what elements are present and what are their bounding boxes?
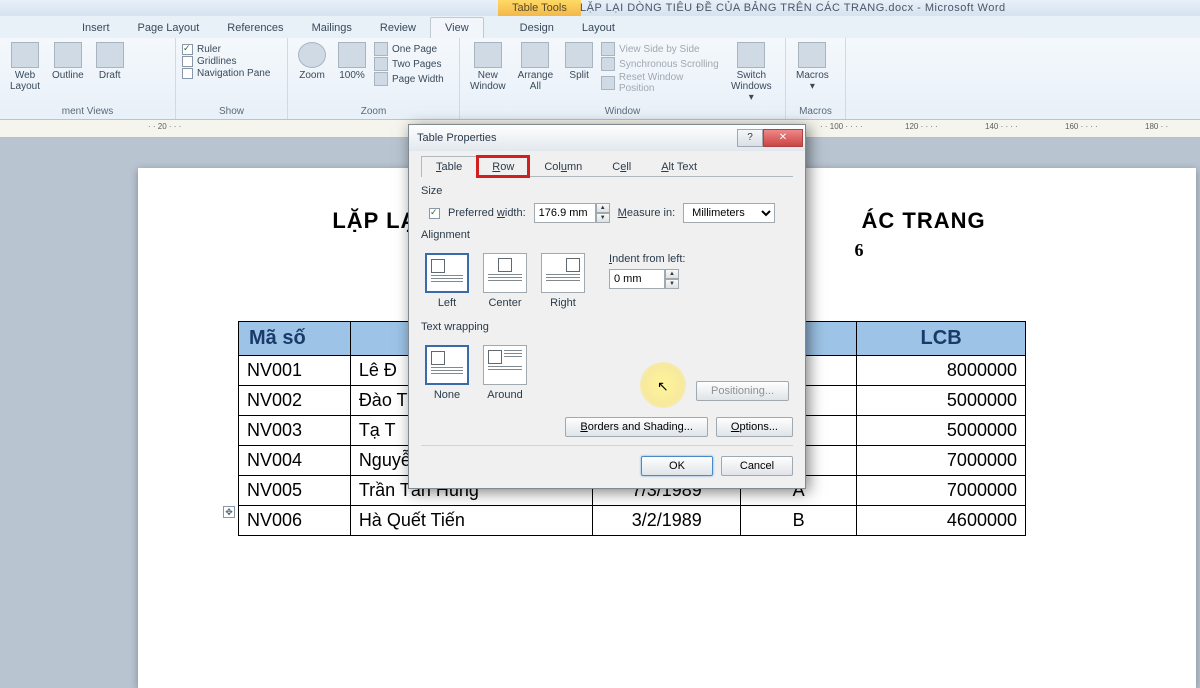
macros-group-label: Macros bbox=[792, 106, 839, 119]
borders-shading-button[interactable]: Borders and Shading... bbox=[565, 417, 708, 437]
indent-label: Indent from left: bbox=[609, 253, 685, 265]
new-window-icon bbox=[474, 42, 502, 68]
macros-icon bbox=[798, 42, 826, 68]
indent-input[interactable]: ▲▼ bbox=[609, 269, 685, 289]
switch-icon bbox=[737, 42, 765, 68]
table-move-handle[interactable]: ✥ bbox=[223, 506, 235, 518]
header-lcb: LCB bbox=[857, 322, 1026, 356]
preferred-width-input[interactable]: ▲▼ bbox=[534, 203, 610, 223]
measure-in-select[interactable]: Millimeters bbox=[683, 203, 775, 223]
page-width-icon bbox=[374, 72, 388, 86]
table-row: NV006Hà Quết Tiến3/2/1989B4600000 bbox=[239, 506, 1026, 536]
split-icon bbox=[565, 42, 593, 68]
zoom-icon bbox=[298, 42, 326, 68]
dialog-title-text: Table Properties bbox=[417, 132, 497, 144]
ribbon-tabs: Insert Page Layout References Mailings R… bbox=[0, 16, 1200, 38]
zoom-button[interactable]: Zoom bbox=[294, 40, 330, 83]
close-button[interactable]: ✕ bbox=[763, 129, 803, 147]
dlg-tab-row[interactable]: Row bbox=[477, 156, 529, 177]
alignment-label: Alignment bbox=[421, 229, 793, 241]
page-width-button[interactable]: Page Width bbox=[374, 72, 444, 86]
sync-scroll-button[interactable]: Synchronous Scrolling bbox=[601, 57, 719, 71]
ribbon: Web Layout Outline Draft ment Views Rule… bbox=[0, 38, 1200, 120]
views-group-label: ment Views bbox=[6, 106, 169, 119]
draft-button[interactable]: Draft bbox=[92, 40, 128, 83]
preferred-width-label: Preferred width: bbox=[448, 207, 526, 219]
measure-in-label: Measure in: bbox=[618, 207, 675, 219]
tab-review[interactable]: Review bbox=[366, 18, 430, 38]
wrap-none[interactable]: None bbox=[425, 345, 469, 401]
two-pages-icon bbox=[374, 57, 388, 71]
web-layout-button[interactable]: Web Layout bbox=[6, 40, 44, 94]
show-group-label: Show bbox=[182, 106, 281, 119]
header-id: Mã số bbox=[239, 322, 351, 356]
title-bar: Table Tools LẶP LẠI DÒNG TIÊU ĐỀ CỦA BẢN… bbox=[0, 0, 1200, 16]
align-right[interactable]: Right bbox=[541, 253, 585, 309]
one-page-button[interactable]: One Page bbox=[374, 42, 444, 56]
side-by-side-button[interactable]: View Side by Side bbox=[601, 42, 719, 56]
outline-button[interactable]: Outline bbox=[48, 40, 88, 83]
split-button[interactable]: Split bbox=[561, 40, 597, 83]
hundred-icon bbox=[338, 42, 366, 68]
zoom-100-button[interactable]: 100% bbox=[334, 40, 370, 83]
tab-page-layout[interactable]: Page Layout bbox=[124, 18, 214, 38]
dialog-tabs: Table Row Column Cell Alt Text bbox=[421, 155, 793, 177]
dlg-tab-cell[interactable]: Cell bbox=[597, 156, 646, 177]
ruler-checkbox[interactable]: Ruler bbox=[182, 44, 281, 55]
dlg-tab-alt-text[interactable]: Alt Text bbox=[646, 156, 712, 177]
ok-button[interactable]: OK bbox=[641, 456, 713, 476]
wrap-label: Text wrapping bbox=[421, 321, 793, 333]
align-center[interactable]: Center bbox=[483, 253, 527, 309]
one-page-icon bbox=[374, 42, 388, 56]
window-group-label: Window bbox=[466, 106, 779, 119]
tab-design[interactable]: Design bbox=[506, 18, 568, 38]
document-title: LẶP LẠI DÒNG TIÊU ĐỀ CỦA BẢNG TRÊN CÁC T… bbox=[580, 2, 1006, 14]
spin-up-icon[interactable]: ▲ bbox=[596, 203, 610, 213]
zoom-group-label: Zoom bbox=[294, 106, 453, 119]
table-properties-dialog: Table Properties ? ✕ Table Row Column Ce… bbox=[408, 124, 806, 489]
help-button[interactable]: ? bbox=[737, 129, 763, 147]
tab-references[interactable]: References bbox=[213, 18, 297, 38]
arrange-icon bbox=[521, 42, 549, 68]
gridlines-checkbox[interactable]: Gridlines bbox=[182, 56, 281, 67]
web-layout-icon bbox=[11, 42, 39, 68]
tab-layout[interactable]: Layout bbox=[568, 18, 629, 38]
tab-view[interactable]: View bbox=[430, 17, 484, 38]
reset-icon bbox=[601, 76, 615, 90]
contextual-tab-label: Table Tools bbox=[498, 0, 581, 16]
align-left[interactable]: Left bbox=[425, 253, 469, 309]
sync-icon bbox=[601, 57, 615, 71]
arrange-all-button[interactable]: Arrange All bbox=[514, 40, 558, 94]
macros-button[interactable]: Macros ▾ bbox=[792, 40, 833, 94]
switch-windows-button[interactable]: Switch Windows ▾ bbox=[724, 40, 779, 105]
cursor-icon: ↖ bbox=[657, 378, 669, 395]
two-pages-button[interactable]: Two Pages bbox=[374, 57, 444, 71]
draft-icon bbox=[96, 42, 124, 68]
dialog-titlebar[interactable]: Table Properties ? ✕ bbox=[409, 125, 805, 151]
options-button[interactable]: Options... bbox=[716, 417, 793, 437]
positioning-button[interactable]: Positioning... bbox=[696, 381, 789, 401]
dlg-tab-table[interactable]: Table bbox=[421, 156, 477, 177]
tab-mailings[interactable]: Mailings bbox=[298, 18, 366, 38]
new-window-button[interactable]: New Window bbox=[466, 40, 510, 94]
dlg-tab-column[interactable]: Column bbox=[529, 156, 597, 177]
reset-window-button[interactable]: Reset Window Position bbox=[601, 72, 719, 94]
outline-icon bbox=[54, 42, 82, 68]
size-label: Size bbox=[421, 185, 793, 197]
side-icon bbox=[601, 42, 615, 56]
spin-down-icon[interactable]: ▼ bbox=[596, 213, 610, 223]
cancel-button[interactable]: Cancel bbox=[721, 456, 793, 476]
preferred-width-checkbox[interactable] bbox=[429, 208, 440, 219]
wrap-around[interactable]: Around bbox=[483, 345, 527, 401]
nav-pane-checkbox[interactable]: Navigation Pane bbox=[182, 68, 281, 79]
tab-insert[interactable]: Insert bbox=[68, 18, 124, 38]
